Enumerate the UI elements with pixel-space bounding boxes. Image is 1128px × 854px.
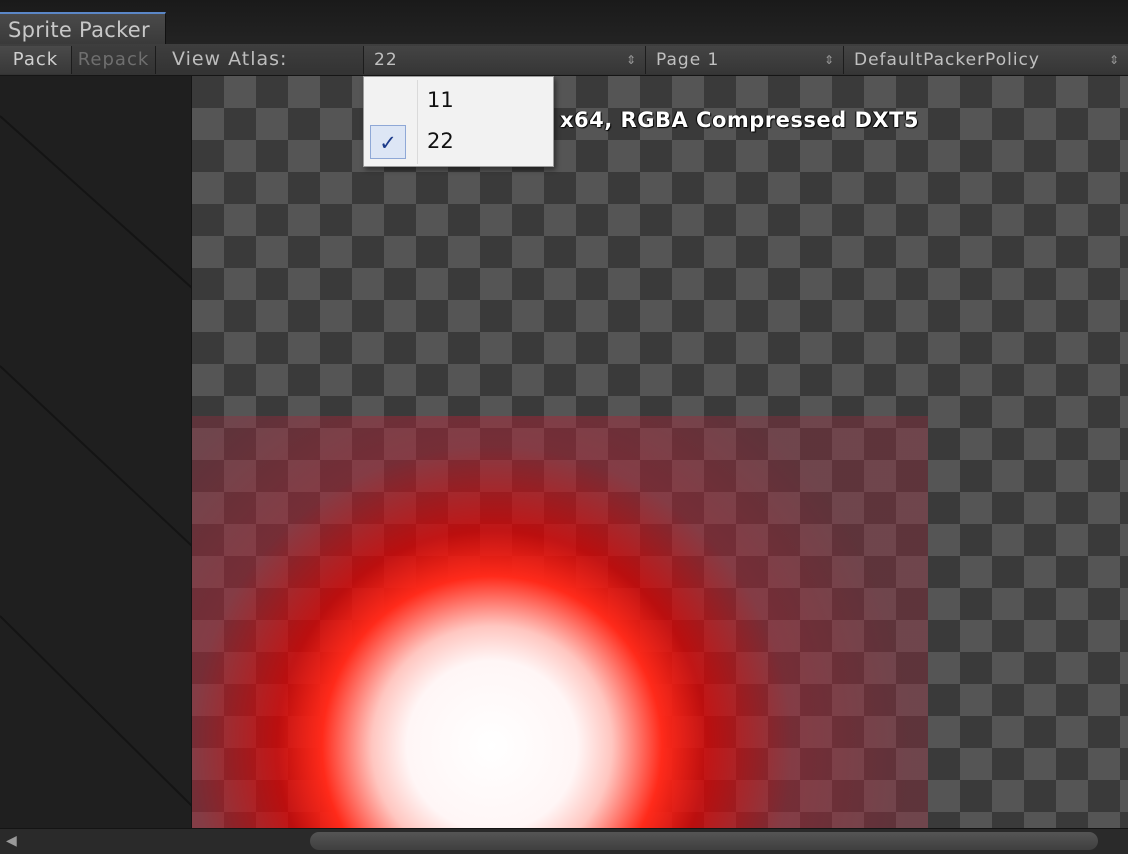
packer-policy-dropdown[interactable]: DefaultPackerPolicy ⇕ (843, 46, 1128, 74)
dropdown-arrow-icon: ⇕ (823, 53, 835, 67)
repack-button[interactable]: Repack (72, 46, 156, 74)
tab-title: Sprite Packer (8, 18, 150, 42)
atlas-dropdown-value: 22 (374, 50, 398, 70)
packer-policy-value: DefaultPackerPolicy (854, 50, 1040, 70)
atlas-sprite-preview (192, 416, 928, 828)
page-dropdown[interactable]: Page 1 ⇕ (645, 46, 843, 74)
scrollbar-thumb[interactable] (310, 832, 1098, 850)
menu-item-label: 11 (427, 88, 454, 112)
dropdown-arrow-icon: ⇕ (625, 53, 637, 67)
tab-strip: Sprite Packer (0, 0, 1128, 44)
scroll-left-arrow-icon[interactable]: ◀ (6, 833, 17, 849)
checkmark-icon: ✓ (370, 125, 406, 159)
sprite-list-panel[interactable] (0, 76, 193, 828)
tab-sprite-packer[interactable]: Sprite Packer (0, 12, 166, 44)
horizontal-scrollbar[interactable]: ◀ (0, 828, 1128, 854)
atlas-dropdown[interactable]: 22 ⇕ (363, 46, 645, 74)
atlas-dropdown-menu: 11 ✓ 22 (363, 76, 554, 167)
atlas-info-text: x64, RGBA Compressed DXT5 (560, 108, 920, 132)
toolbar: Pack Repack View Atlas: 22 ⇕ Page 1 ⇕ De… (0, 44, 1128, 76)
view-atlas-label: View Atlas: (172, 48, 288, 70)
menu-item-atlas-22[interactable]: ✓ 22 (364, 122, 553, 162)
atlas-viewport[interactable]: x64, RGBA Compressed DXT5 (192, 76, 1128, 828)
pack-button[interactable]: Pack (0, 46, 72, 74)
panel-divider-lines (0, 115, 193, 807)
page-dropdown-value: Page 1 (656, 50, 720, 70)
dropdown-arrow-icon: ⇕ (1108, 53, 1120, 67)
menu-item-label: 22 (427, 129, 454, 153)
menu-item-atlas-11[interactable]: 11 (364, 81, 553, 121)
